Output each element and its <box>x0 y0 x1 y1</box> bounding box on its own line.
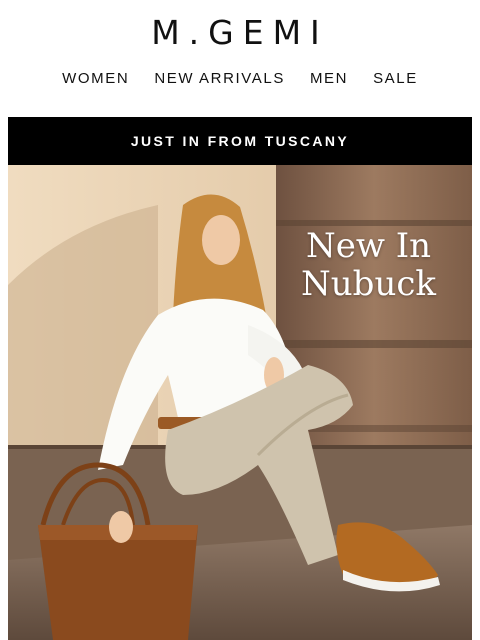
promo-banner-text: JUST IN FROM TUSCANY <box>130 133 350 149</box>
hero-headline: New In Nubuck <box>301 227 436 303</box>
hero-headline-line1: New In <box>305 226 432 266</box>
brand-logo[interactable]: M.GEMI <box>0 10 480 54</box>
promo-banner[interactable]: JUST IN FROM TUSCANY <box>8 117 472 165</box>
hero-image[interactable]: New In Nubuck <box>8 165 472 640</box>
nav-item-men[interactable]: MEN <box>310 70 348 90</box>
nav-item-sale[interactable]: SALE <box>373 70 418 90</box>
hero-headline-line2: Nubuck <box>301 264 436 304</box>
nav-item-new-arrivals[interactable]: NEW ARRIVALS <box>154 70 285 90</box>
nav-item-women[interactable]: WOMEN <box>62 70 129 90</box>
main-nav: WOMEN NEW ARRIVALS MEN SALE <box>0 70 480 90</box>
